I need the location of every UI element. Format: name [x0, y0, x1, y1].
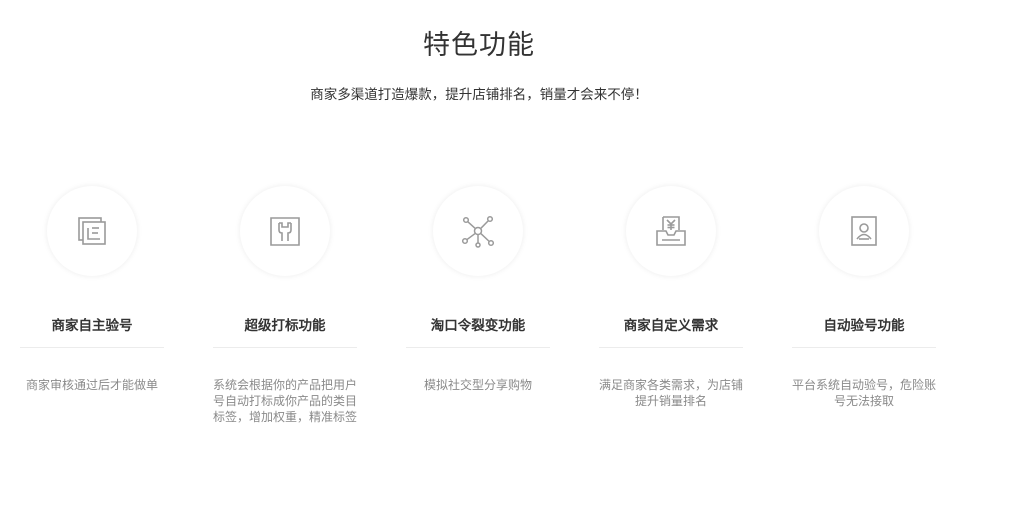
- user-id-card-icon: [851, 216, 877, 246]
- feature-divider: [20, 347, 164, 348]
- feature-description: 系统会根据你的产品把用户号自动打标成你产品的类目标签，增加权重，精准标签: [213, 378, 358, 424]
- feature-icon-circle: [47, 186, 137, 276]
- feature-description: 商家审核通过后才能做单: [25, 378, 158, 392]
- wrench-tag-icon: [270, 217, 300, 246]
- feature-item-super-tagging: 超级打标功能 系统会根据你的产品把用户号自动打标成你产品的类目标签，增加权重，精…: [213, 186, 357, 425]
- feature-item-taokouling: 淘口令裂变功能 模拟社交型分享购物: [406, 186, 550, 393]
- feature-description: 平台系统自动验号，危险账号无法接取: [792, 378, 937, 408]
- feature-divider: [599, 347, 743, 348]
- feature-icon-circle: [626, 186, 716, 276]
- feature-item-auto-verify: 自动验号功能 平台系统自动验号，危险账号无法接取: [792, 186, 936, 409]
- feature-icon-circle: [819, 186, 909, 276]
- feature-title: 超级打标功能: [244, 318, 326, 334]
- feature-divider: [792, 347, 936, 348]
- feature-item-custom-demand: 商家自定义需求 满足商家各类需求，为店铺提升销量排名: [599, 186, 743, 409]
- feature-list: 商家自主验号 商家审核通过后才能做单 超级打标功能 系统会根据你的产品把用户号自…: [20, 186, 950, 446]
- network-nodes-icon: [461, 215, 495, 248]
- feature-divider: [406, 347, 550, 348]
- feature-title: 商家自主验号: [51, 318, 133, 334]
- feature-icon-circle: [433, 186, 523, 276]
- feature-item-self-verify: 商家自主验号 商家审核通过后才能做单: [20, 186, 164, 393]
- feature-title: 自动验号功能: [823, 318, 905, 334]
- page-title: 特色功能: [423, 30, 535, 61]
- feature-icon-circle: [240, 186, 330, 276]
- feature-title: 商家自定义需求: [623, 318, 719, 334]
- feature-divider: [213, 347, 357, 348]
- yen-inbox-icon: [656, 216, 686, 246]
- document-stack-icon: [78, 217, 106, 245]
- feature-description: 满足商家各类需求，为店铺提升销量排名: [599, 378, 744, 408]
- feature-title: 淘口令裂变功能: [430, 318, 526, 334]
- page-subtitle: 商家多渠道打造爆款，提升店铺排名，销量才会来不停！: [310, 87, 648, 103]
- feature-description: 模拟社交型分享购物: [423, 378, 532, 392]
